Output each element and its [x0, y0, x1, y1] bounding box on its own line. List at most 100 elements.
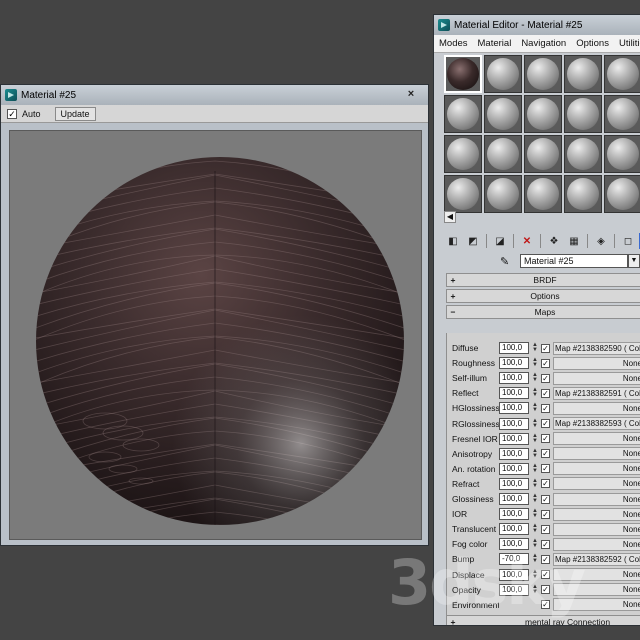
sample-slot[interactable] — [564, 135, 602, 173]
map-slot-button[interactable]: None — [553, 522, 640, 536]
sample-slot[interactable] — [444, 95, 482, 133]
map-slot-button[interactable]: Map #2138382592 ( Color Correction ) — [553, 552, 640, 566]
sample-slot[interactable] — [564, 175, 602, 213]
map-enable-checkbox[interactable]: ✓ — [541, 570, 550, 579]
put-to-scene-icon[interactable]: ◩ — [464, 233, 482, 249]
map-amount-field[interactable]: 100,0 — [499, 447, 529, 460]
material-id-icon[interactable]: ◈ — [592, 233, 610, 249]
map-enable-checkbox[interactable]: ✓ — [541, 449, 550, 459]
map-enable-checkbox[interactable]: ✓ — [541, 343, 550, 353]
preview-titlebar[interactable]: Material #25 × — [1, 85, 428, 105]
get-material-icon[interactable]: ◧ — [444, 233, 462, 249]
map-enable-checkbox[interactable]: ✓ — [541, 524, 550, 534]
rollout-brdf[interactable]: + BRDF — [446, 273, 640, 287]
reset-map-icon[interactable]: ✕ — [518, 233, 536, 249]
close-button[interactable]: × — [398, 88, 424, 102]
sample-slot[interactable] — [604, 95, 640, 133]
map-enable-checkbox[interactable]: ✓ — [541, 554, 550, 564]
make-unique-icon[interactable]: ❖ — [545, 233, 563, 249]
map-amount-field[interactable]: 100,0 — [499, 508, 529, 521]
map-slot-button[interactable]: None — [553, 356, 640, 370]
sample-slot[interactable] — [564, 95, 602, 133]
map-amount-field[interactable]: 100,0 — [499, 538, 529, 551]
map-enable-checkbox[interactable]: ✓ — [541, 479, 550, 489]
editor-titlebar[interactable]: Material Editor - Material #25 — [434, 15, 640, 35]
map-amount-field[interactable]: 100,0 — [499, 493, 529, 505]
eyedropper-icon[interactable]: ✎ — [500, 255, 514, 268]
rollout-mental-ray[interactable]: + mental ray Connection — [446, 615, 640, 625]
rollout-options[interactable]: + Options — [446, 289, 640, 303]
sample-slot[interactable] — [524, 95, 562, 133]
sample-slot[interactable] — [604, 175, 640, 213]
map-amount-field[interactable]: 100,0 — [499, 357, 529, 370]
auto-checkbox[interactable]: ✓ — [7, 108, 17, 119]
show-in-viewport-icon[interactable]: ◻ — [619, 233, 637, 249]
map-enable-checkbox[interactable]: ✓ — [541, 494, 550, 504]
menu-modes[interactable]: Modes — [434, 38, 473, 49]
map-amount-field[interactable]: 100,0 — [499, 342, 529, 354]
map-slot-button[interactable]: None — [553, 583, 640, 597]
map-slot-button[interactable]: None — [553, 598, 640, 612]
menu-navigation[interactable]: Navigation — [516, 38, 571, 49]
map-enable-checkbox[interactable]: ✓ — [541, 373, 550, 383]
map-slot-button[interactable]: None — [553, 447, 640, 461]
map-enable-checkbox[interactable]: ✓ — [541, 419, 550, 428]
map-amount-field[interactable]: 100,0 — [499, 568, 529, 581]
map-amount-field[interactable]: 100,0 — [499, 402, 529, 415]
map-slot-button[interactable]: None — [553, 492, 640, 506]
spinner-icon[interactable]: ▲ ▼ — [531, 463, 539, 474]
sample-slot[interactable] — [564, 55, 602, 93]
sample-slot[interactable] — [524, 175, 562, 213]
sample-slot[interactable] — [484, 135, 522, 173]
material-type-dropdown-icon[interactable]: ▼ — [628, 254, 640, 268]
map-enable-checkbox[interactable]: ✓ — [541, 464, 550, 474]
spinner-icon[interactable]: ▲ ▼ — [531, 584, 539, 595]
menu-material[interactable]: Material — [473, 38, 517, 49]
spinner-icon[interactable]: ▲ ▼ — [531, 402, 539, 413]
spinner-icon[interactable]: ▲ ▼ — [531, 342, 539, 353]
sample-slot[interactable] — [484, 55, 522, 93]
put-to-library-icon[interactable]: ▦ — [565, 233, 583, 249]
map-slot-button[interactable]: None — [553, 401, 640, 415]
spinner-icon[interactable]: ▲ ▼ — [531, 372, 539, 383]
rollout-maps[interactable]: − Maps — [446, 305, 640, 319]
menu-utilities[interactable]: Utilities — [614, 38, 640, 49]
map-amount-field[interactable]: 100,0 — [499, 417, 529, 430]
map-amount-field[interactable]: 100,0 — [499, 372, 529, 385]
sample-slot[interactable] — [444, 175, 482, 213]
sample-slot[interactable] — [484, 95, 522, 133]
spinner-icon[interactable]: ▲ ▼ — [531, 478, 539, 489]
material-name-field[interactable]: Material #25 — [520, 254, 628, 268]
map-enable-checkbox[interactable]: ✓ — [541, 585, 550, 595]
spinner-icon[interactable]: ▲ ▼ — [531, 508, 539, 519]
map-slot-button[interactable]: None — [553, 507, 640, 521]
map-amount-field[interactable]: 100,0 — [499, 477, 529, 490]
map-slot-button[interactable]: None — [553, 477, 640, 491]
spinner-icon[interactable]: ▲ ▼ — [531, 433, 539, 444]
spinner-icon[interactable]: ▲ ▼ — [531, 493, 539, 504]
map-amount-field[interactable]: -70,0 — [499, 553, 529, 566]
map-amount-field[interactable]: 100,0 — [499, 523, 529, 536]
map-slot-button[interactable]: None — [553, 568, 640, 581]
spinner-icon[interactable]: ▲ ▼ — [531, 553, 539, 564]
material-preview-viewport[interactable] — [9, 130, 422, 540]
map-enable-checkbox[interactable]: ✓ — [541, 509, 550, 519]
map-enable-checkbox[interactable]: ✓ — [541, 539, 550, 549]
map-enable-checkbox[interactable]: ✓ — [541, 358, 550, 368]
map-slot-button[interactable]: Map #2138382591 ( Color Correction ) — [553, 386, 640, 400]
map-amount-field[interactable]: 100,0 — [499, 462, 529, 475]
map-amount-field[interactable]: 100,0 — [499, 583, 529, 596]
assign-to-selection-icon[interactable]: ◪ — [491, 233, 509, 249]
map-slot-button[interactable]: Map #2138382593 ( Color Correction ) — [553, 417, 640, 430]
map-enable-checkbox[interactable]: ✓ — [541, 388, 550, 398]
sample-slot[interactable] — [444, 55, 482, 93]
spinner-icon[interactable]: ▲ ▼ — [531, 387, 539, 398]
map-slot-button[interactable]: None — [553, 371, 640, 385]
map-slot-button[interactable]: None — [553, 432, 640, 446]
spinner-icon[interactable]: ▲ ▼ — [531, 418, 539, 429]
map-enable-checkbox[interactable]: ✓ — [541, 600, 550, 610]
spinner-icon[interactable]: ▲ ▼ — [531, 538, 539, 549]
sample-slot[interactable] — [604, 135, 640, 173]
spinner-icon[interactable]: ▲ ▼ — [531, 523, 539, 534]
map-slot-button[interactable]: Map #2138382590 ( Color Correction ) — [553, 341, 640, 355]
